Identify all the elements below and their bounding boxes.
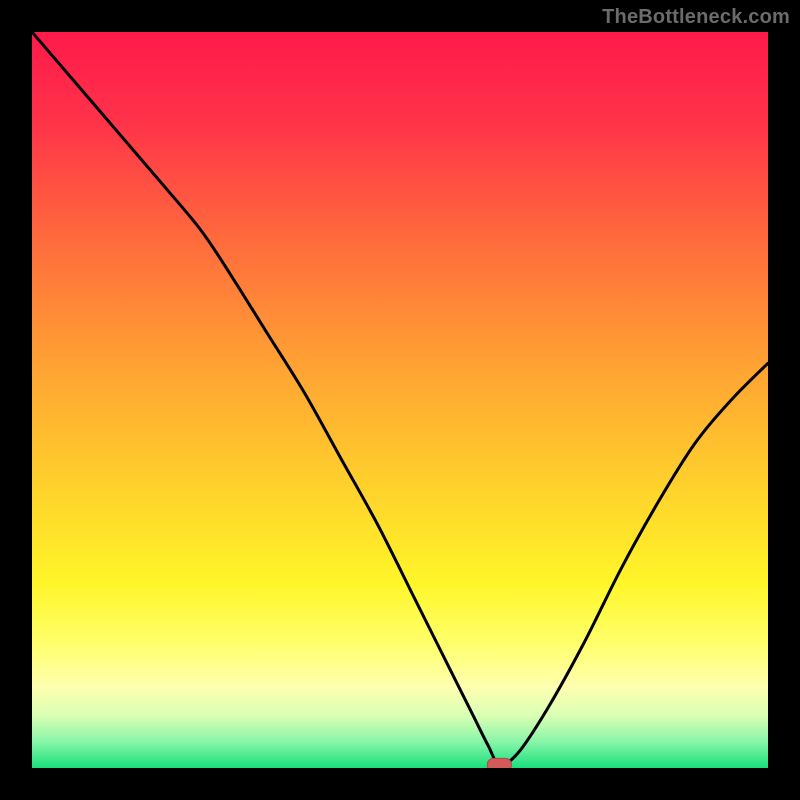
optimal-point-marker (487, 758, 511, 768)
plot-background (32, 32, 768, 768)
plot-area (32, 32, 768, 768)
chart-frame: TheBottleneck.com (0, 0, 800, 800)
attribution-text: TheBottleneck.com (602, 6, 790, 29)
chart-svg (32, 32, 768, 768)
